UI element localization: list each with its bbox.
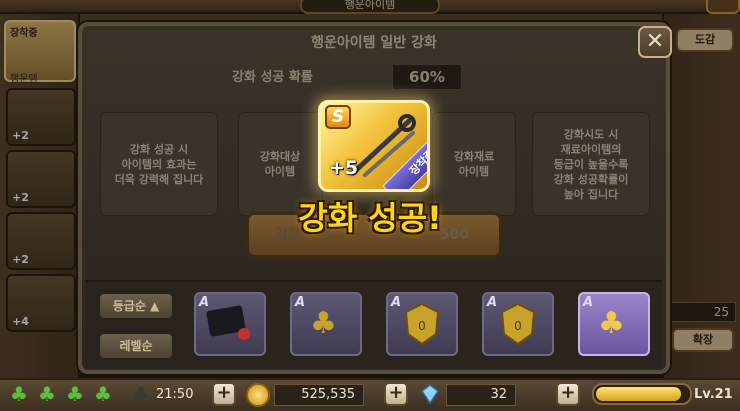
add-clover-button[interactable]: + — [212, 382, 236, 406]
player-level: Lv.21 — [694, 387, 733, 402]
inventory-item-selected[interactable]: A ♣ — [578, 292, 650, 356]
clover-icon: ♣ — [94, 382, 112, 406]
inventory-item[interactable]: A — [194, 292, 266, 356]
inventory-item[interactable]: A 0 — [386, 292, 458, 356]
enhanced-item-card: S +5 장착중 — [318, 100, 430, 192]
success-rate-value: 60% — [392, 64, 462, 90]
inventory-item[interactable]: A 0 — [482, 292, 554, 356]
inventory-bar: 등급순 ▲ 레벨순 A A ♣ A 0 A 0 A ♣ — [86, 280, 662, 368]
inventory-item[interactable]: A ♣ — [290, 292, 362, 356]
clover-timer: 21:50 — [156, 387, 194, 402]
svg-text:0: 0 — [514, 319, 522, 333]
info-text-left: 강화 성공 시 아이템의 효과는 더욱 강력해 집니다 — [114, 142, 204, 186]
close-button[interactable]: ✕ — [638, 26, 672, 58]
gem-amount: 32 — [446, 384, 516, 406]
sort-by-level-button[interactable]: 레벨순 — [98, 332, 174, 360]
sort-by-grade-button[interactable]: 등급순 ▲ — [98, 292, 174, 320]
badge-icon: 0 — [500, 302, 536, 346]
svg-text:0: 0 — [418, 319, 426, 333]
success-rate-label: 강화 성공 확률 — [232, 70, 313, 85]
clover-icon: ♣ — [66, 382, 84, 406]
info-text-right: 강화시도 시 재료아이템의 등급이 높을수록 강화 성공확률이 높아 집니다 — [553, 127, 629, 201]
clover-icon: ♣ — [38, 382, 56, 406]
success-message: 강화 성공! — [298, 199, 442, 237]
black-card-icon — [206, 305, 250, 340]
plus-level: +5 — [329, 157, 359, 179]
gold-coin-icon — [246, 383, 270, 407]
xp-bar — [592, 383, 692, 405]
clover-empty-icon: ♣ — [132, 382, 150, 406]
clover-icon: ♣ — [310, 306, 337, 341]
gold-amount: 525,535 — [274, 384, 364, 406]
grade-label: A — [295, 295, 306, 310]
target-slot-label: 강화대상 아이템 — [259, 150, 301, 178]
add-gem-button[interactable]: + — [556, 382, 580, 406]
clover-icon: ♣ — [10, 382, 28, 406]
material-slot-label: 강화재료 아이템 — [453, 150, 495, 178]
info-card-right: 강화시도 시 재료아이템의 등급이 높을수록 강화 성공확률이 높아 집니다 — [532, 112, 650, 216]
diamond-icon — [420, 384, 440, 405]
info-card-left: 강화 성공 시 아이템의 효과는 더욱 강력해 집니다 — [100, 112, 218, 216]
dialog-title: 행운아이템 일반 강화 — [311, 35, 437, 51]
clover-icon: ♣ — [598, 306, 625, 341]
xp-fill — [596, 387, 681, 401]
close-icon: ✕ — [645, 29, 665, 54]
badge-icon: 0 — [404, 302, 440, 346]
grade-label: A — [583, 295, 594, 310]
add-gold-button[interactable]: + — [384, 382, 408, 406]
